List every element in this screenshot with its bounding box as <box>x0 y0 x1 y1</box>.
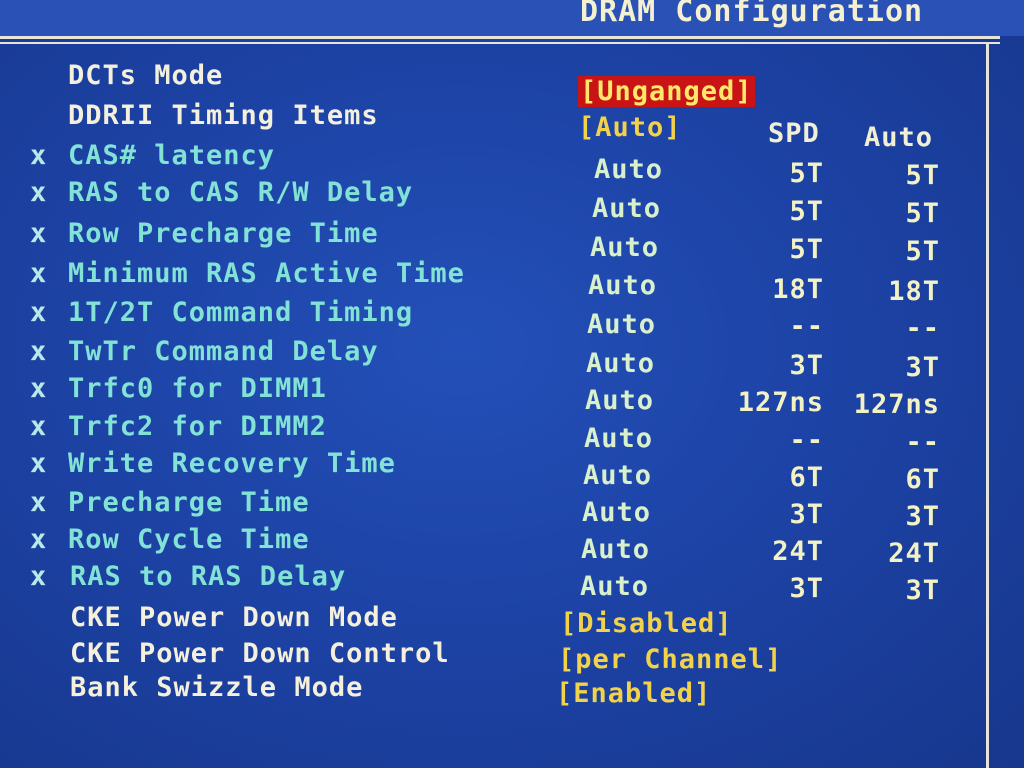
timing-label: Precharge Time <box>68 487 310 518</box>
timing-label: Trfc2 for DIMM2 <box>68 411 327 442</box>
timing-row: x Trfc0 for DIMM1 Auto 127ns 127ns <box>0 373 980 420</box>
timing-row: x Trfc2 for DIMM2 Auto -- -- <box>0 411 980 458</box>
option-label: DCTs Mode <box>68 60 224 91</box>
timing-label: Write Recovery Time <box>68 448 396 479</box>
timing-label: Row Precharge Time <box>68 218 379 249</box>
option-row-dcts-mode[interactable]: DCTs Mode [Unganged] <box>0 60 980 107</box>
option-label: CKE Power Down Control <box>70 638 450 669</box>
timing-row: x RAS to RAS Delay Auto 3T 3T <box>0 561 980 606</box>
locked-mark-icon: x <box>30 218 48 249</box>
locked-mark-icon: x <box>30 411 48 442</box>
timing-row: x Write Recovery Time Auto 6T 6T <box>0 448 980 495</box>
title-bar: DRAM Configuration <box>0 0 1024 36</box>
locked-mark-icon: x <box>30 336 48 367</box>
option-label: Bank Swizzle Mode <box>70 672 364 703</box>
locked-mark-icon: x <box>30 297 48 328</box>
option-row-cke-power-down-mode[interactable]: CKE Power Down Mode [Disabled] <box>0 602 980 640</box>
locked-mark-icon: x <box>30 448 48 479</box>
timing-row: x Minimum RAS Active Time Auto 18T 18T <box>0 258 980 307</box>
locked-mark-icon: x <box>30 373 48 404</box>
option-value[interactable]: [Disabled] <box>560 608 733 639</box>
timing-row: x Row Precharge Time Auto 5T 5T <box>0 218 980 267</box>
timing-row: x 1T/2T Command Timing Auto -- -- <box>0 297 980 344</box>
timing-label: Minimum RAS Active Time <box>68 258 465 289</box>
timing-spd: 3T <box>789 573 824 604</box>
timing-row: x Precharge Time Auto 3T 3T <box>0 487 980 532</box>
header-rule <box>0 36 1000 39</box>
timing-label: Trfc0 for DIMM1 <box>68 373 327 404</box>
timing-row: x RAS to CAS R/W Delay Auto 5T 5T <box>0 177 980 229</box>
timing-row: x Row Cycle Time Auto 24T 24T <box>0 524 980 569</box>
option-row-cke-power-down-control[interactable]: CKE Power Down Control [per Channel] <box>0 638 980 676</box>
timing-label: TwTr Command Delay <box>68 336 379 367</box>
timing-row: x TwTr Command Delay Auto 3T 3T <box>0 336 980 383</box>
option-label: DDRII Timing Items <box>68 100 379 131</box>
header-rule-inner <box>0 42 1000 44</box>
option-row-ddrii-timing-items[interactable]: DDRII Timing Items [Auto] SPD Auto <box>0 100 980 153</box>
option-row-bank-swizzle-mode[interactable]: Bank Swizzle Mode [Enabled] <box>0 672 980 710</box>
timing-label: 1T/2T Command Timing <box>68 297 414 328</box>
locked-mark-icon: x <box>30 140 48 171</box>
option-value[interactable]: [Auto] <box>578 112 682 143</box>
timing-label: RAS to RAS Delay <box>70 561 347 592</box>
timing-label: CAS# latency <box>68 140 276 171</box>
locked-mark-icon: x <box>30 258 48 289</box>
option-value[interactable]: [per Channel] <box>558 644 782 675</box>
page-title: DRAM Configuration <box>580 0 924 29</box>
timing-label: Row Cycle Time <box>68 524 310 555</box>
locked-mark-icon: x <box>30 487 48 518</box>
bios-screen: DRAM Configuration DCTs Mode [Unganged] … <box>0 0 1024 768</box>
option-label: CKE Power Down Mode <box>70 602 398 633</box>
timing-label: RAS to CAS R/W Delay <box>68 177 414 208</box>
locked-mark-icon: x <box>30 561 48 592</box>
timing-row: x CAS# latency Auto 5T 5T <box>0 140 980 191</box>
locked-mark-icon: x <box>30 177 48 208</box>
right-border <box>986 44 989 768</box>
locked-mark-icon: x <box>30 524 48 555</box>
option-value[interactable]: [Enabled] <box>556 678 711 709</box>
timing-value: Auto <box>580 571 650 602</box>
